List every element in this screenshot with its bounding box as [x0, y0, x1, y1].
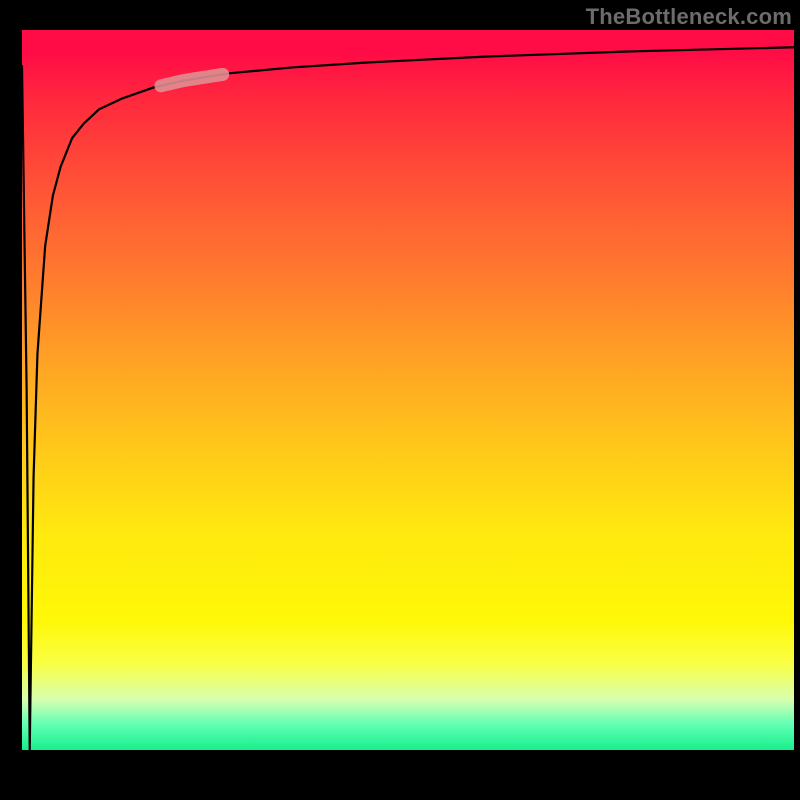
- curve-highlight-segment: [161, 74, 223, 85]
- watermark-text: TheBottleneck.com: [586, 4, 792, 30]
- bottleneck-curve: [22, 47, 794, 750]
- curve-layer: [22, 30, 794, 750]
- chart-frame: TheBottleneck.com: [0, 0, 800, 800]
